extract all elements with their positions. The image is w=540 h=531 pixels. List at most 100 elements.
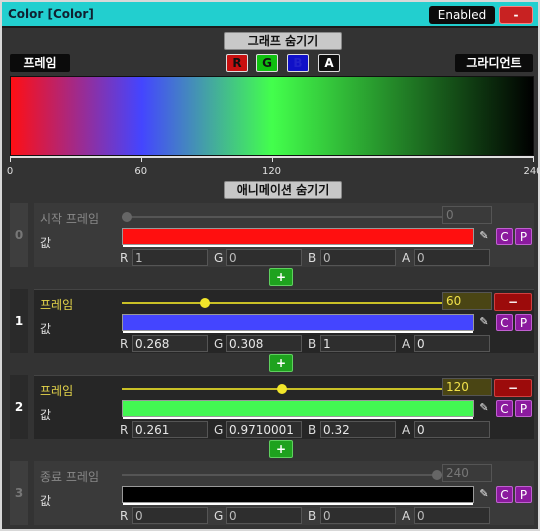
frame-value-field: 0 [442, 206, 492, 224]
keyframe-label: 종료 프레임 [40, 470, 100, 484]
component-b: B0 [308, 248, 400, 268]
keyframe-row: 0 시작 프레임 0 값 ✎ C P R 1 G 0 B 0 A 0 [10, 203, 534, 267]
alpha-bar [123, 245, 473, 247]
component-b-field[interactable]: 0 [320, 507, 396, 524]
component-label: G [214, 423, 224, 437]
color-swatch[interactable] [122, 228, 474, 247]
channel-b-button[interactable]: B [287, 54, 309, 72]
eyedropper-icon[interactable]: ✎ [476, 314, 492, 330]
component-r-field[interactable]: 1 [132, 249, 208, 266]
keyframe-row: 3 종료 프레임 240 값 ✎ C P R 0 G 0 B 0 A 0 [10, 461, 534, 525]
component-g: G 0.308 [214, 334, 306, 354]
component-g-field[interactable]: 0.308 [226, 335, 302, 352]
add-keyframe-button[interactable]: + [269, 440, 293, 458]
component-r-field[interactable]: 0.261 [132, 421, 208, 438]
component-label: A [402, 251, 411, 265]
paste-button[interactable]: P [515, 486, 532, 503]
keyframe-row: 2 프레임 120− 값 ✎ C P R 0.261 G 0.9710001 B 0.32 A 0 [10, 375, 534, 439]
channel-r-button[interactable]: R [226, 54, 248, 72]
alpha-bar [123, 331, 473, 333]
component-g-field[interactable]: 0.9710001 [226, 421, 302, 438]
keyframe-index: 3 [10, 461, 28, 525]
component-label: A [402, 337, 411, 351]
keyframe-index: 0 [10, 203, 28, 267]
component-r: R1 [120, 248, 212, 268]
eyedropper-icon[interactable]: ✎ [476, 486, 492, 502]
keyframe-label: 프레임 [40, 298, 74, 312]
copy-button[interactable]: C [496, 400, 513, 417]
component-label: R [120, 423, 129, 437]
component-b: B 0.32 [308, 420, 400, 440]
paste-button[interactable]: P [515, 228, 532, 245]
component-r: R0 [120, 506, 212, 526]
frame-slider [122, 474, 442, 476]
keyframe-body: 시작 프레임 0 값 ✎ C P R 1 G 0 B 0 A 0 [34, 203, 534, 267]
component-g: G 0.9710001 [214, 420, 306, 440]
component-b: B1 [308, 334, 400, 354]
color-swatch[interactable] [122, 400, 474, 419]
graph-toggle-button[interactable]: 그래프 숨기기 [224, 32, 342, 50]
component-label: B [308, 251, 317, 265]
axis-tick [140, 158, 142, 162]
animation-toggle-button[interactable]: 애니메이션 숨기기 [224, 181, 342, 199]
channel-a-button[interactable]: A [318, 54, 340, 72]
color-swatch[interactable] [122, 314, 474, 333]
add-keyframe-button[interactable]: + [269, 354, 293, 372]
eyedropper-icon[interactable]: ✎ [476, 228, 492, 244]
keyframe-row: 1 프레임 60− 값 ✎ C P R 0.268 G 0.308 B 1 A 0 [10, 289, 534, 353]
frame-slider-knob [122, 212, 132, 222]
component-label: G [214, 337, 224, 351]
component-label: A [402, 509, 411, 523]
color-swatch[interactable] [122, 486, 474, 505]
component-r: R 0.268 [120, 334, 212, 354]
axis-tick [533, 158, 534, 162]
copy-button[interactable]: C [496, 486, 513, 503]
component-a-field[interactable]: 0 [414, 507, 490, 524]
component-label: R [120, 251, 129, 265]
add-keyframe-button[interactable]: + [269, 268, 293, 286]
axis-tick-label: 0 [6, 166, 14, 177]
frame-slider-knob [432, 470, 442, 480]
component-a-field[interactable]: 0 [414, 249, 490, 266]
component-label: B [308, 509, 317, 523]
component-g-field[interactable]: 0 [226, 249, 302, 266]
component-label: R [120, 509, 129, 523]
remove-button[interactable]: - [499, 6, 533, 24]
frame-slider-knob[interactable] [277, 384, 287, 394]
component-b-field[interactable]: 1 [320, 335, 396, 352]
component-label: G [214, 251, 224, 265]
component-label: A [402, 423, 411, 437]
component-g: G0 [214, 248, 306, 268]
component-a: A0 [402, 334, 494, 354]
remove-keyframe-button[interactable]: − [494, 293, 532, 311]
component-label: G [214, 509, 224, 523]
paste-button[interactable]: P [515, 314, 532, 331]
enabled-toggle-button[interactable]: Enabled [429, 6, 495, 24]
copy-button[interactable]: C [496, 228, 513, 245]
gradient-label: 그라디언트 [455, 54, 533, 72]
component-b-field[interactable]: 0 [320, 249, 396, 266]
component-a-field[interactable]: 0 [414, 335, 490, 352]
keyframe-index: 1 [10, 289, 28, 353]
component-g-field[interactable]: 0 [226, 507, 302, 524]
component-label: B [308, 423, 317, 437]
alpha-bar [123, 503, 473, 505]
frame-value-field[interactable]: 120 [442, 378, 492, 396]
eyedropper-icon[interactable]: ✎ [476, 400, 492, 416]
copy-button[interactable]: C [496, 314, 513, 331]
keyframe-body: 종료 프레임 240 값 ✎ C P R 0 G 0 B 0 A 0 [34, 461, 534, 525]
frame-value-field[interactable]: 60 [442, 292, 492, 310]
channel-g-button[interactable]: G [256, 54, 278, 72]
component-r-field[interactable]: 0 [132, 507, 208, 524]
remove-keyframe-button[interactable]: − [494, 379, 532, 397]
component-b-field[interactable]: 0.32 [320, 421, 396, 438]
frame-slider[interactable] [122, 302, 442, 304]
frame-value-field: 240 [442, 464, 492, 482]
paste-button[interactable]: P [515, 400, 532, 417]
gradient-preview [10, 76, 534, 156]
frame-slider-knob[interactable] [199, 298, 210, 308]
keyframe-label: 시작 프레임 [40, 212, 100, 226]
keyframe-label: 프레임 [40, 384, 74, 398]
component-a-field[interactable]: 0 [414, 421, 490, 438]
component-r-field[interactable]: 0.268 [132, 335, 208, 352]
